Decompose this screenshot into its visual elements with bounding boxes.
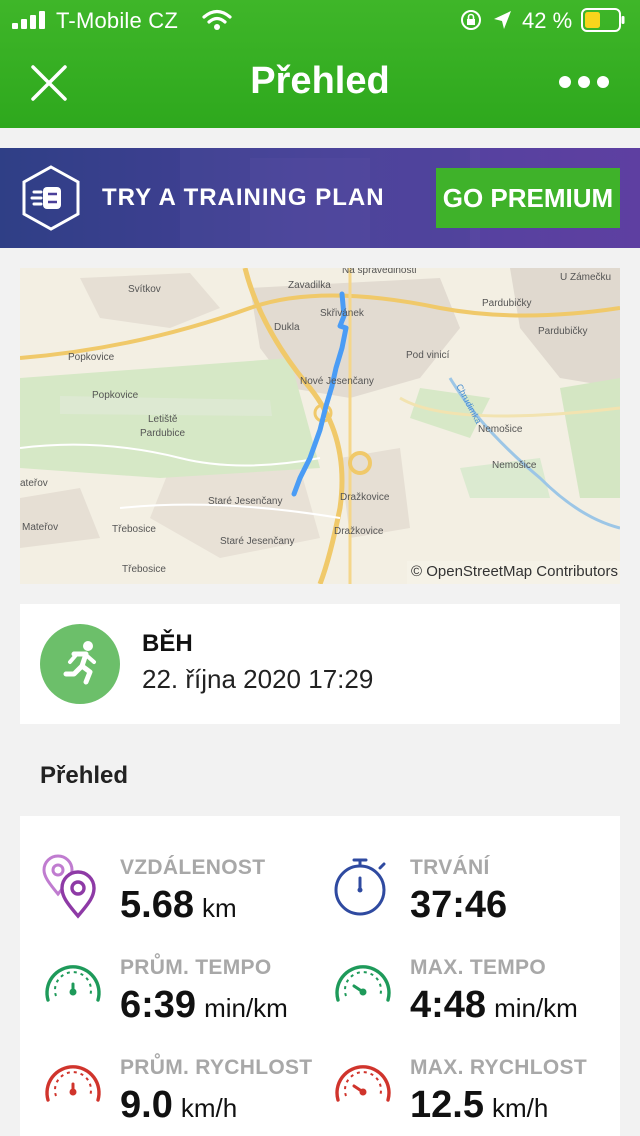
stat-label: VZDÁLENOST: [120, 856, 266, 879]
battery-icon: [581, 8, 625, 32]
stat-max-speed: MAX. RYCHLOST 12.5 km/h: [330, 1054, 610, 1136]
map-attribution[interactable]: © OpenStreetMap Contributors: [407, 561, 620, 584]
svg-text:Dražkovice: Dražkovice: [334, 526, 384, 537]
wifi-icon: [202, 9, 232, 30]
stat-label: MAX. TEMPO: [410, 956, 547, 979]
stat-value: 9.0 km/h: [120, 1084, 238, 1126]
more-icon[interactable]: [558, 75, 610, 89]
svg-text:Pardubičky: Pardubičky: [538, 326, 587, 337]
svg-text:Staré Jesenčany: Staré Jesenčany: [220, 536, 295, 547]
stat-duration: TRVÁNÍ 37:46: [330, 854, 610, 944]
route-map[interactable]: Na spravedlnosti U Zámečku Svítkov Zavad…: [20, 268, 620, 584]
svg-text:Pardubičky: Pardubičky: [482, 298, 531, 309]
stat-max-pace: MAX. TEMPO 4:48 min/km: [330, 954, 610, 1044]
max-speed-gauge-icon: [335, 1065, 391, 1102]
svg-text:Na spravedlnosti: Na spravedlnosti: [342, 268, 416, 276]
app-header: T-Mobile CZ 42 % Přehled: [0, 0, 640, 128]
svg-text:U Zámečku: U Zámečku: [560, 272, 611, 283]
training-plan-icon: [22, 165, 80, 231]
activity-card: BĚH 22. října 2020 17:29: [20, 604, 620, 724]
svg-text:Nové Jesenčany: Nové Jesenčany: [300, 376, 374, 387]
go-premium-button[interactable]: GO PREMIUM: [436, 168, 620, 228]
activity-date: 22. října 2020 17:29: [142, 664, 374, 694]
premium-banner[interactable]: TRY A TRAINING PLAN GO PREMIUM: [0, 148, 640, 248]
banner-text: TRY A TRAINING PLAN: [102, 184, 385, 211]
status-bar: T-Mobile CZ 42 %: [0, 0, 640, 40]
svg-text:Svítkov: Svítkov: [128, 284, 161, 295]
svg-text:Pardubice: Pardubice: [140, 428, 185, 439]
stat-value: 6:39 min/km: [120, 984, 288, 1026]
avg-pace-gauge-icon: [45, 965, 101, 1002]
stat-value: 5.68 km: [120, 884, 237, 926]
svg-text:Nemošice: Nemošice: [478, 424, 523, 435]
page-title: Přehled: [250, 60, 390, 102]
map-canvas: Na spravedlnosti U Zámečku Svítkov Zavad…: [20, 268, 620, 584]
section-title: Přehled: [40, 762, 129, 789]
running-icon: [40, 624, 120, 704]
carrier-name: T-Mobile CZ: [56, 8, 178, 33]
stat-label: PRŮM. TEMPO: [120, 956, 272, 979]
svg-text:Letiště: Letiště: [148, 414, 178, 425]
stat-avg-speed: PRŮM. RYCHLOST 9.0 km/h: [40, 1054, 320, 1136]
svg-text:Popkovice: Popkovice: [68, 352, 115, 363]
location-icon: [494, 11, 511, 29]
stat-value: 12.5 km/h: [410, 1084, 549, 1126]
activity-type: BĚH: [142, 630, 193, 657]
stat-label: TRVÁNÍ: [410, 856, 490, 879]
stat-label: PRŮM. RYCHLOST: [120, 1056, 313, 1079]
stat-value: 4:48 min/km: [410, 984, 578, 1026]
rotation-lock-icon: [461, 10, 481, 30]
svg-text:ateřov: ateřov: [20, 478, 48, 489]
svg-text:Popkovice: Popkovice: [92, 390, 139, 401]
stats-card: VZDÁLENOST 5.68 km TRVÁNÍ 37:46 PRŮM. TEM…: [20, 816, 620, 1136]
svg-text:Staré Jesenčany: Staré Jesenčany: [208, 496, 283, 507]
battery-percent: 42 %: [522, 8, 573, 33]
avg-speed-gauge-icon: [45, 1065, 101, 1102]
svg-text:Dukla: Dukla: [274, 322, 300, 333]
stat-label: MAX. RYCHLOST: [410, 1056, 587, 1079]
stat-value: 37:46: [410, 884, 508, 926]
svg-text:Zavadilka: Zavadilka: [288, 280, 331, 291]
svg-text:Skřivánek: Skřivánek: [320, 308, 365, 319]
stat-avg-pace: PRŮM. TEMPO 6:39 min/km: [40, 954, 320, 1044]
distance-pin-icon: [42, 854, 96, 919]
svg-text:Nemošice: Nemošice: [492, 460, 537, 471]
svg-text:Mateřov: Mateřov: [22, 522, 58, 533]
svg-text:Třebosice: Třebosice: [122, 564, 166, 575]
svg-text:Třebosice: Třebosice: [112, 524, 156, 535]
max-pace-gauge-icon: [335, 965, 391, 1002]
signal-icon: [12, 11, 48, 29]
svg-text:Pod vinicí: Pod vinicí: [406, 350, 450, 361]
stopwatch-icon: [334, 858, 386, 916]
svg-text:Dražkovice: Dražkovice: [340, 492, 390, 503]
stat-distance: VZDÁLENOST 5.68 km: [40, 854, 320, 944]
